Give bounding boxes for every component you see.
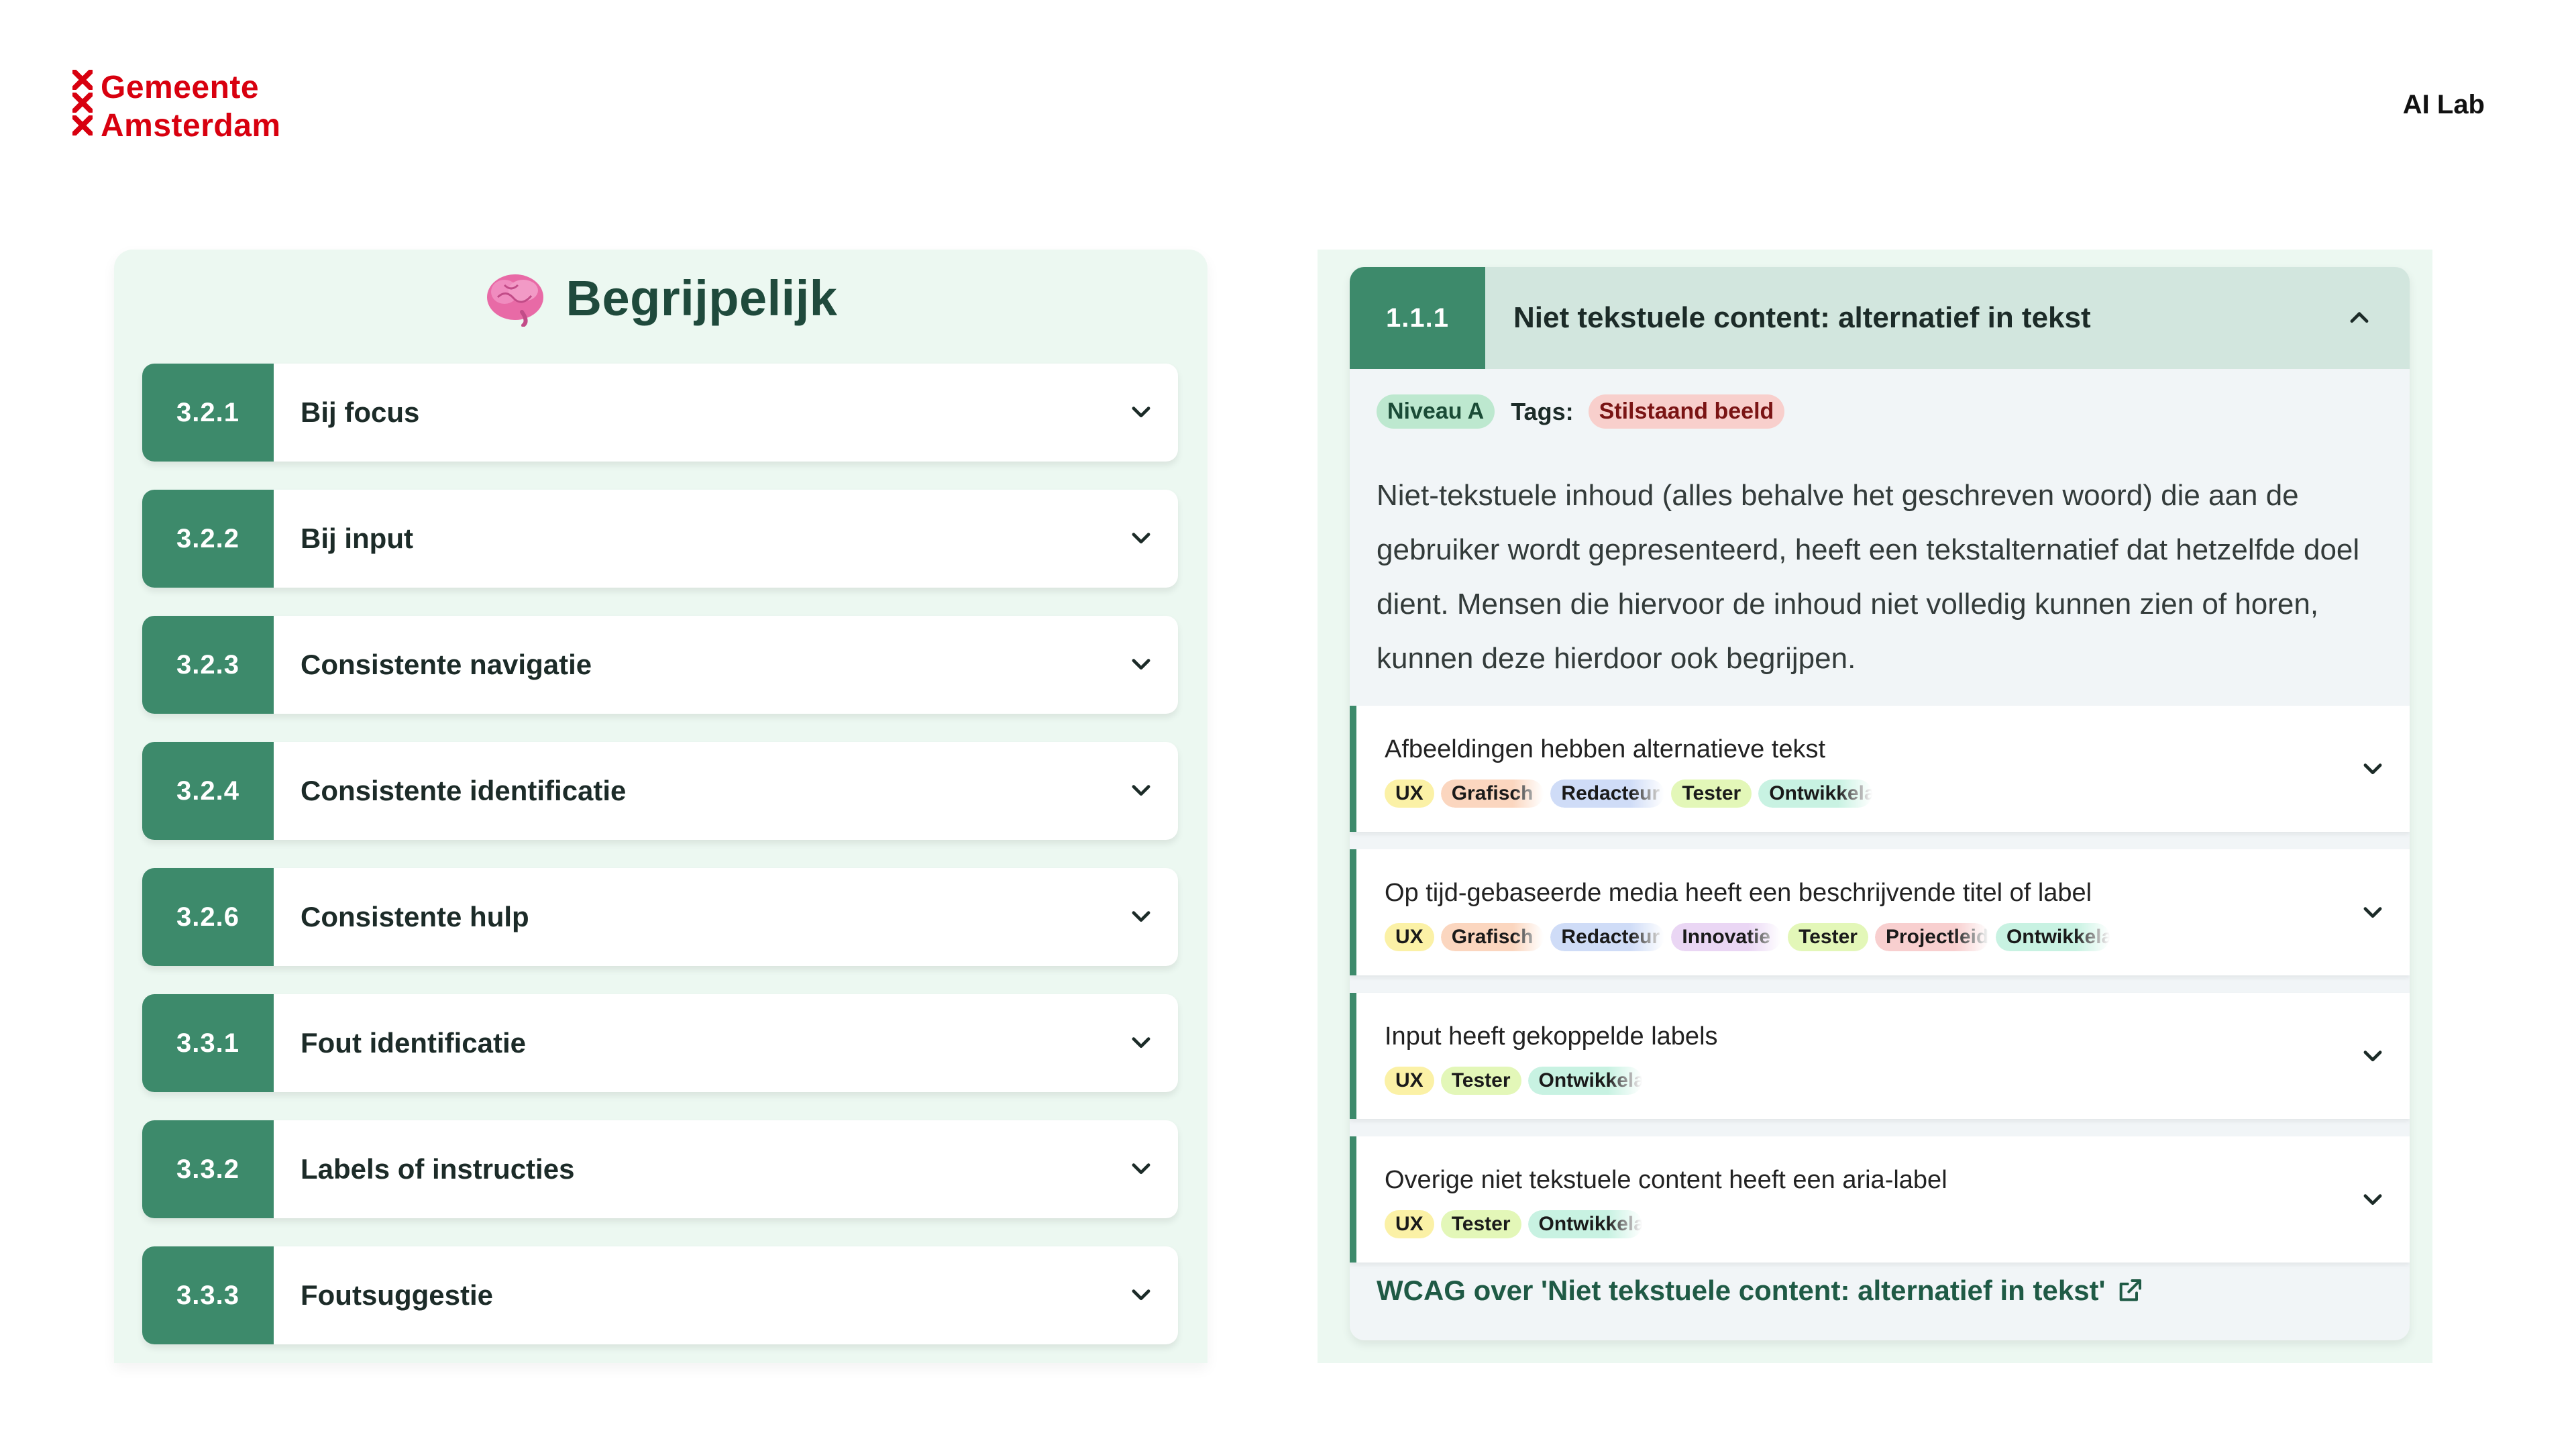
criterion-item[interactable]: 3.2.3 Consistente navigatie [142, 616, 1178, 714]
role-chip: Projectleider [1874, 923, 1989, 951]
role-chip: Grafisch [1440, 923, 1544, 951]
ai-lab-link[interactable]: AI Lab [2403, 90, 2485, 120]
criterion-item[interactable]: 3.2.4 Consistente identificatie [142, 742, 1178, 840]
check-title: Afbeeldingen hebben alternatieve tekst [1385, 735, 1826, 763]
criterion-number: 3.3.2 [142, 1120, 274, 1218]
role-chip: Ontwikkelaar [1527, 1210, 1642, 1238]
criterion-label: Consistente identificatie [301, 775, 627, 806]
brain-icon [486, 274, 543, 327]
role-chip: UX [1385, 923, 1434, 951]
chevron-down-icon[interactable] [1104, 994, 1178, 1092]
role-chips: UXGrafischRedacteurTesterOntwikkelaar [1385, 780, 1879, 808]
panel-title: Begrijpelijk [566, 270, 838, 326]
chevron-down-icon[interactable] [1104, 490, 1178, 588]
criterion-item[interactable]: 3.3.1 Fout identificatie [142, 994, 1178, 1092]
criterion-item[interactable]: 3.3.3 Foutsuggestie [142, 1246, 1178, 1344]
tags-label: Tags: [1511, 397, 1574, 425]
role-chip: Redacteur [1550, 923, 1665, 951]
gemeente-logo[interactable]: Gemeente Amsterdam [72, 68, 281, 145]
criterion-item[interactable]: 3.2.6 Consistente hulp [142, 868, 1178, 966]
role-chip: Ontwikkelaar [1527, 1067, 1642, 1095]
criterion-label: Foutsuggestie [301, 1279, 494, 1311]
chevron-down-icon[interactable] [1104, 742, 1178, 840]
check-title: Op tijd-gebaseerde media heeft een besch… [1385, 879, 2092, 907]
role-chips: UX Grafisch Redacteur Innovatie Tester Projec… [1385, 923, 2116, 951]
criterion-label: Labels of instructies [301, 1153, 575, 1185]
detail-title: Niet tekstuele content: alternatief in t… [1513, 301, 2091, 334]
criterion-label: Consistente navigatie [301, 649, 592, 680]
role-chip: Tester [1440, 1067, 1521, 1095]
check-item[interactable]: Overige niet tekstuele content heeft een… [1350, 1136, 2410, 1263]
role-chip: Grafisch [1440, 780, 1544, 808]
checks-list: Afbeeldingen hebben alternatieve tekst U… [1350, 706, 2410, 1280]
chevron-down-icon[interactable] [1104, 868, 1178, 966]
wcag-external-link[interactable]: WCAG over 'Niet tekstuele content: alter… [1377, 1275, 2143, 1307]
check-title: Input heeft gekoppelde labels [1385, 1022, 1718, 1051]
panel-heading: Begrijpelijk [114, 270, 1208, 327]
role-chip: Tester [1440, 1210, 1521, 1238]
chevron-down-icon[interactable] [2356, 753, 2390, 786]
logo-line-1: Gemeente [101, 70, 260, 105]
criterion-number: 3.2.1 [142, 364, 274, 462]
criterion-detail-card: 1.1.1 Niet tekstuele content: alternatie… [1350, 267, 2410, 1340]
criterion-label: Consistente hulp [301, 901, 529, 932]
level-badge: Niveau A [1377, 394, 1495, 429]
role-chip: UX [1385, 1210, 1434, 1238]
criterion-number: 3.2.6 [142, 868, 274, 966]
tag-badge: Stilstaand beeld [1588, 394, 1785, 429]
criterion-number: 3.2.4 [142, 742, 274, 840]
criterion-item[interactable]: 3.3.2 Labels of instructies [142, 1120, 1178, 1218]
criterion-item[interactable]: 3.2.1 Bij focus [142, 364, 1178, 462]
role-chip: Tester [1671, 780, 1752, 808]
role-chip: Ontwikkelaar [1995, 923, 2110, 951]
role-chip: Ontwikkelaar [1758, 780, 1873, 808]
wcag-link-label: WCAG over 'Niet tekstuele content: alter… [1377, 1275, 2106, 1306]
chevron-down-icon[interactable] [2356, 896, 2390, 930]
chevron-down-icon[interactable] [2356, 1040, 2390, 1073]
chevron-down-icon[interactable] [1104, 1120, 1178, 1218]
detail-header[interactable]: 1.1.1 Niet tekstuele content: alternatie… [1350, 267, 2410, 369]
criterion-label: Fout identificatie [301, 1027, 526, 1059]
criterion-description: Niet-tekstuele inhoud (alles behalve het… [1377, 479, 2360, 675]
chevron-down-icon[interactable] [1104, 364, 1178, 462]
criterion-item[interactable]: 3.2.2 Bij input [142, 490, 1178, 588]
check-item[interactable]: Input heeft gekoppelde labels UX Tester On… [1350, 993, 2410, 1119]
criterion-number: 3.3.1 [142, 994, 274, 1092]
criterion-number: 3.3.3 [142, 1246, 274, 1344]
detail-panel: 1.1.1 Niet tekstuele content: alternatie… [1318, 250, 2432, 1363]
logo-line-2: Amsterdam [101, 108, 281, 144]
check-item[interactable]: Afbeeldingen hebben alternatieve tekst U… [1350, 706, 2410, 832]
role-chip: UX [1385, 780, 1434, 808]
role-chip: UX [1385, 1067, 1434, 1095]
external-link-icon [2119, 1279, 2141, 1301]
check-title: Overige niet tekstuele content heeft een… [1385, 1166, 1947, 1194]
check-item[interactable]: Op tijd-gebaseerde media heeft een besch… [1350, 849, 2410, 975]
role-chip: Redacteur [1550, 780, 1665, 808]
meta-row: Niveau A Tags: Stilstaand beeld [1377, 394, 1785, 429]
criterion-number: 3.2.3 [142, 616, 274, 714]
criterion-label: Bij focus [301, 396, 420, 428]
chevron-down-icon[interactable] [1104, 616, 1178, 714]
criterion-number: 3.2.2 [142, 490, 274, 588]
chevron-down-icon[interactable] [1104, 1246, 1178, 1344]
role-chips: UXTesterOntwikkelaar [1385, 1210, 1649, 1238]
role-chip: Tester [1788, 923, 1868, 951]
andreas-crosses-icon [72, 70, 95, 138]
criteria-list: 3.2.1 Bij focus 3.2.2 Bij input 3.2.3 Co… [142, 364, 1178, 1373]
chevron-down-icon[interactable] [2356, 1183, 2390, 1217]
logo-wordmark: Gemeente Amsterdam [101, 68, 281, 145]
chevron-up-icon[interactable] [2309, 267, 2410, 369]
role-chips: UXTesterOntwikkelaar [1385, 1067, 1649, 1095]
role-chip: Innovatie [1671, 923, 1782, 951]
criterion-label: Bij input [301, 523, 413, 554]
principle-panel: Begrijpelijk 3.2.1 Bij focus 3.2.2 Bij i… [114, 250, 1208, 1363]
detail-number: 1.1.1 [1350, 267, 1485, 369]
